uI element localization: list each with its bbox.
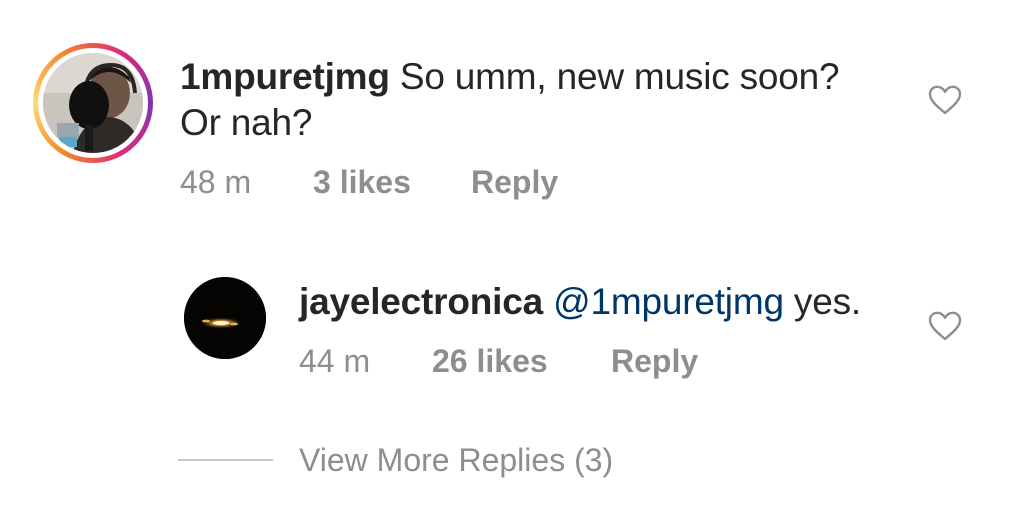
user-avatar-dark[interactable] — [184, 277, 266, 359]
reply-text: yes. — [793, 281, 861, 322]
comment-reply-button[interactable]: Reply — [471, 163, 558, 201]
comment-text-line1: So umm, new music soon? — [399, 56, 840, 97]
comment-username[interactable]: 1mpuretjmg — [180, 56, 390, 97]
view-more-replies-button[interactable]: View More Replies (3) — [299, 441, 613, 479]
heart-outline-icon[interactable] — [928, 311, 962, 341]
reply-mention[interactable]: @1mpuretjmg — [553, 281, 784, 322]
reply-likes[interactable]: 26 likes — [432, 342, 548, 380]
heart-outline-icon[interactable] — [928, 85, 962, 115]
comment-reply-label[interactable]: Reply — [471, 164, 558, 200]
reply-reply-button[interactable]: Reply — [611, 342, 698, 380]
reply-username[interactable]: jayelectronica — [299, 281, 543, 322]
reply-time: 44 m — [299, 343, 371, 379]
comment-body: 1mpuretjmg So umm, new music soon? Or na… — [180, 54, 840, 146]
comment-time: 48 m — [180, 164, 252, 200]
comment-text-line2: Or nah? — [180, 102, 313, 143]
user-avatar-photo — [43, 53, 143, 153]
comment-likes[interactable]: 3 likes — [313, 163, 411, 201]
view-more-divider — [178, 459, 273, 461]
story-ring-avatar[interactable] — [33, 43, 153, 163]
reply-body: jayelectronica @1mpuretjmg yes. — [299, 279, 861, 325]
reply-reply-label[interactable]: Reply — [611, 343, 698, 379]
reply-likes-label[interactable]: 26 likes — [432, 343, 548, 379]
comment-likes-label[interactable]: 3 likes — [313, 164, 411, 200]
